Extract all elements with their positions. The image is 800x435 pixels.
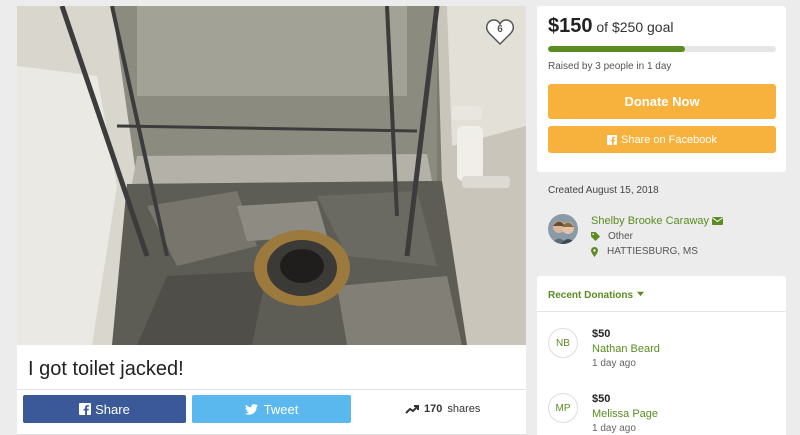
organizer-photo — [548, 214, 578, 244]
location-label: HATTIESBURG, MS — [607, 246, 698, 257]
donor-name[interactable]: Melissa Page — [592, 408, 658, 420]
envelope-icon[interactable] — [712, 217, 724, 225]
donor-name[interactable]: Nathan Beard — [592, 343, 660, 355]
goal-card: $150 of $250 goal Raised by 3 people in … — [537, 6, 786, 172]
donor-avatar: NB — [548, 328, 578, 358]
organizer-avatar[interactable] — [548, 214, 578, 244]
recent-donations-card: Recent Donations NB $50 Nathan Beard 1 d… — [537, 276, 786, 435]
tweet-label: Tweet — [263, 401, 299, 417]
campaign-photo: 6 — [17, 6, 526, 345]
facebook-icon — [606, 134, 617, 145]
donation-item: MP $50 Melissa Page 1 day ago — [548, 393, 778, 435]
donation-amount: $50 — [592, 328, 611, 340]
donation-time: 1 day ago — [592, 358, 636, 369]
title-card: I got toilet jacked! Share Tweet 170 sha… — [17, 345, 526, 435]
goal-line: $150 of $250 goal — [548, 15, 775, 38]
facebook-icon — [79, 403, 92, 415]
heart-count: 6 — [497, 24, 503, 35]
tweet-button[interactable]: Tweet — [192, 395, 351, 423]
donate-now-button[interactable]: Donate Now — [548, 84, 776, 119]
organizer-name-link[interactable]: Shelby Brooke Caraway — [591, 215, 724, 227]
organizer-category: Other — [591, 231, 633, 242]
shares-count: 170 shares — [405, 403, 480, 415]
campaign-column: 6 I got toilet jacked! Share Tweet 170 s… — [17, 6, 526, 435]
sidebar: $150 of $250 goal Raised by 3 people in … — [537, 6, 786, 435]
share-on-facebook-label: Share on Facebook — [620, 133, 717, 146]
recent-donations-heading: Recent Donations — [548, 290, 634, 301]
bathroom-floor-image — [17, 6, 526, 345]
amount-raised: $150 — [548, 15, 593, 37]
progress-fill — [548, 46, 685, 52]
donation-amount: $50 — [592, 393, 611, 405]
twitter-icon — [244, 403, 258, 415]
tag-icon — [591, 232, 600, 241]
raised-by-text: Raised by 3 people in 1 day — [548, 61, 672, 72]
donor-avatar: MP — [548, 393, 578, 423]
category-label: Other — [608, 231, 634, 242]
organizer-name: Shelby Brooke Caraway — [591, 215, 710, 227]
share-on-facebook-button[interactable]: Share on Facebook — [548, 126, 776, 153]
facebook-share-label: Share — [95, 401, 130, 417]
progress-bar — [548, 46, 776, 52]
trending-up-icon — [405, 405, 419, 414]
map-pin-icon — [591, 246, 598, 257]
caret-down-icon — [637, 291, 645, 297]
facebook-share-button[interactable]: Share — [23, 395, 186, 423]
campaign-title: I got toilet jacked! — [28, 358, 184, 380]
goal-text: of $250 goal — [596, 19, 674, 35]
donation-time: 1 day ago — [592, 423, 636, 434]
donation-item: NB $50 Nathan Beard 1 day ago — [548, 328, 778, 378]
recent-donations-toggle[interactable]: Recent Donations — [537, 276, 786, 312]
shares-label: shares — [447, 403, 481, 415]
shares-number: 170 — [424, 403, 443, 415]
created-date: Created August 15, 2018 — [548, 185, 659, 196]
organizer-location: HATTIESBURG, MS — [591, 246, 698, 257]
share-row: Share Tweet 170 shares — [17, 389, 526, 435]
